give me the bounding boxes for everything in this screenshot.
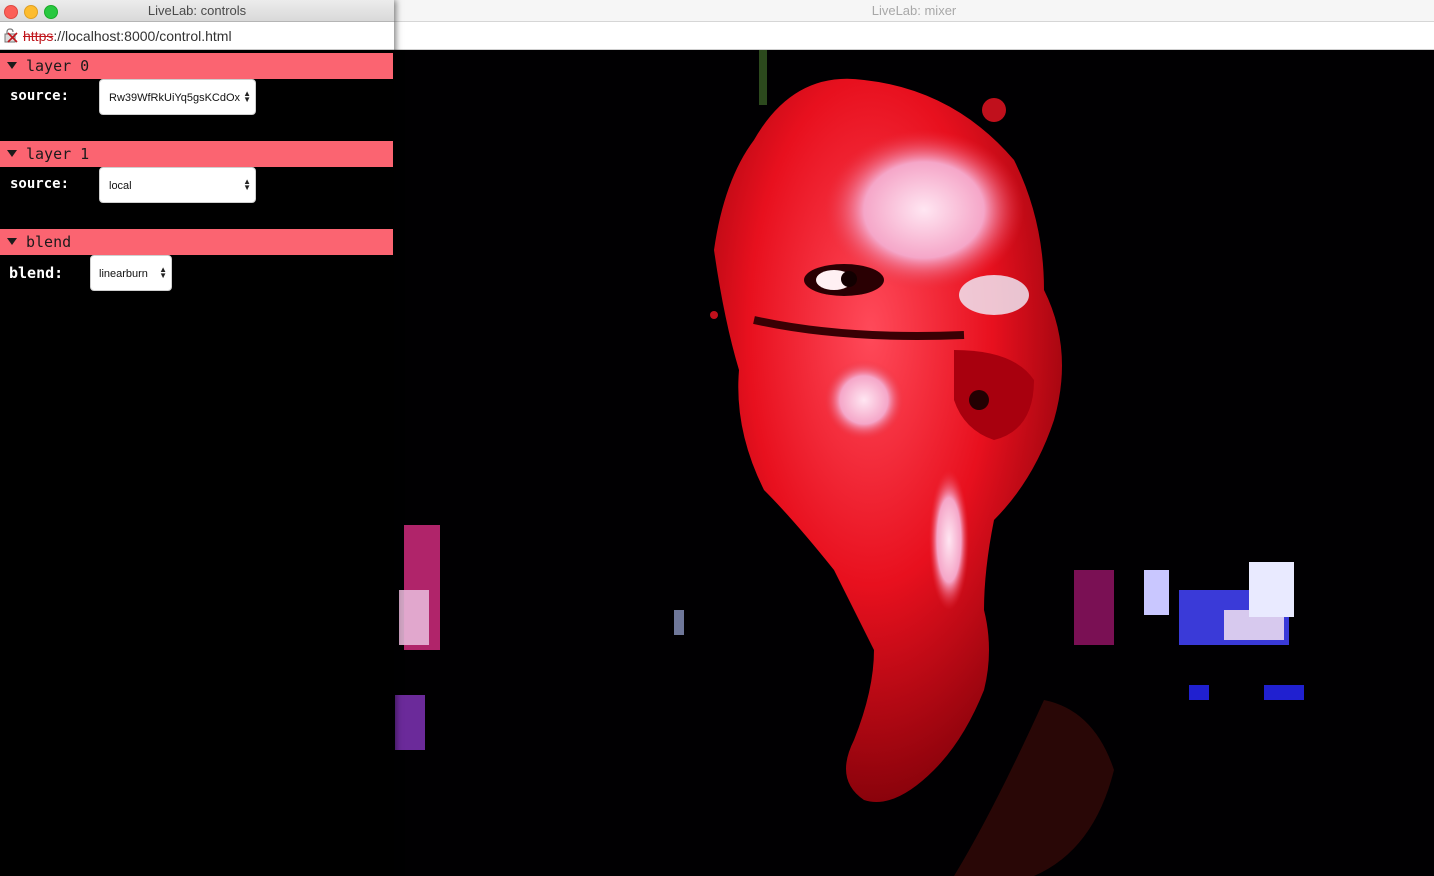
controls-window: LiveLab: controls https://localhost:8000…	[0, 0, 394, 876]
video-artifact	[1264, 685, 1304, 700]
layer-0-source-value: Rw39WfRkUiYq5gsKCdOx	[109, 92, 241, 104]
triangle-down-icon[interactable]	[7, 150, 17, 157]
video-artifact	[395, 695, 425, 750]
triangle-down-icon[interactable]	[7, 62, 17, 69]
broken-lock-icon[interactable]	[4, 28, 18, 43]
layer-0-title: layer 0	[26, 57, 90, 75]
video-face-highlight	[929, 470, 969, 610]
video-artifact	[982, 98, 1006, 122]
blend-label: blend:	[9, 264, 64, 282]
layer-1-title: layer 1	[26, 145, 90, 163]
video-artifact	[759, 50, 767, 105]
video-artifact	[710, 311, 718, 319]
video-artifact	[674, 610, 684, 635]
mixer-video-canvas	[394, 50, 1434, 876]
video-artifact	[1074, 570, 1114, 645]
up-down-arrows-icon: ▲ ▼	[159, 265, 167, 280]
layer-1-source-row: source: local ▲ ▼	[0, 167, 393, 219]
blend-header[interactable]: blend	[0, 229, 393, 255]
layer-0-source-row: source: Rw39WfRkUiYq5gsKCdOx ▲ ▼	[0, 79, 393, 131]
video-shadow	[954, 700, 1114, 876]
mixer-titlebar: LiveLab: mixer	[394, 0, 1434, 22]
layer-1-panel: layer 1 source: local ▲ ▼	[0, 141, 393, 219]
controls-titlebar: LiveLab: controls	[0, 0, 394, 22]
layer-0-source-label: source:	[10, 88, 70, 104]
layer-1-header[interactable]: layer 1	[0, 141, 393, 167]
video-face-highlight	[824, 360, 904, 440]
layer-1-source-label: source:	[10, 176, 70, 192]
layer-0-source-select[interactable]: Rw39WfRkUiYq5gsKCdOx ▲ ▼	[99, 79, 256, 115]
mixer-window-title: LiveLab: mixer	[871, 3, 957, 18]
address-bar[interactable]: https://localhost:8000/control.html	[0, 22, 394, 50]
video-eye-pupil	[841, 271, 857, 287]
blend-title: blend	[26, 233, 72, 251]
address-url[interactable]: https://localhost:8000/control.html	[23, 28, 232, 44]
video-nostril	[969, 390, 989, 410]
blend-mode-value: linearburn	[99, 268, 148, 280]
blend-mode-select[interactable]: linearburn ▲ ▼	[90, 255, 172, 291]
up-down-arrows-icon: ▲ ▼	[243, 177, 251, 192]
video-artifact	[1249, 562, 1294, 617]
layer-1-source-value: local	[109, 180, 132, 192]
mixer-window: LiveLab: mixer	[394, 0, 1434, 876]
mixer-address-bar[interactable]	[394, 22, 1434, 50]
blend-row: blend: linearburn ▲ ▼	[0, 255, 393, 307]
up-down-arrows-icon: ▲ ▼	[243, 89, 251, 104]
video-artifact	[399, 590, 429, 645]
layer-0-header[interactable]: layer 0	[0, 53, 393, 79]
layer-1-source-select[interactable]: local ▲ ▼	[99, 167, 256, 203]
url-rest: ://localhost:8000/control.html	[53, 28, 232, 44]
layer-0-panel: layer 0 source: Rw39WfRkUiYq5gsKCdOx ▲ ▼	[0, 53, 393, 131]
url-scheme: https	[23, 28, 54, 44]
mixer-video-frame	[395, 50, 1304, 876]
controls-window-title: LiveLab: controls	[147, 3, 247, 18]
video-artifact	[1144, 570, 1169, 615]
blend-panel: blend blend: linearburn ▲ ▼	[0, 229, 393, 307]
video-artifact	[1189, 685, 1209, 700]
video-face-highlight	[959, 275, 1029, 315]
triangle-down-icon[interactable]	[7, 238, 17, 245]
